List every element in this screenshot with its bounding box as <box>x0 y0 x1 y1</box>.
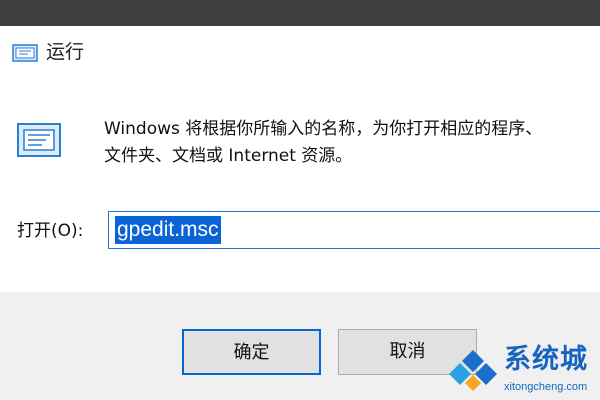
open-input[interactable]: gpedit.msc <box>108 211 600 249</box>
ok-button[interactable]: 确定 <box>182 329 321 375</box>
run-app-icon <box>17 123 61 157</box>
open-input-value[interactable]: gpedit.msc <box>115 216 221 244</box>
diamond-logo-icon <box>449 350 497 391</box>
run-app-icon <box>12 44 38 62</box>
dialog-content: Windows 将根据你所输入的名称，为你打开相应的程序、 文件夹、文档或 In… <box>0 80 600 292</box>
dialog-description: Windows 将根据你所输入的名称，为你打开相应的程序、 文件夹、文档或 In… <box>104 119 543 166</box>
window-top-strip <box>0 0 600 26</box>
dialog-title: 运行 <box>46 41 85 63</box>
run-dialog-titlebar: 运行 <box>0 26 600 80</box>
watermark-title: 系统城 <box>504 344 588 375</box>
open-field-label: 打开(O): <box>17 221 84 241</box>
watermark-url: xitongcheng.com <box>504 381 588 393</box>
site-watermark: 系统城 xitongcheng.com <box>448 342 600 400</box>
